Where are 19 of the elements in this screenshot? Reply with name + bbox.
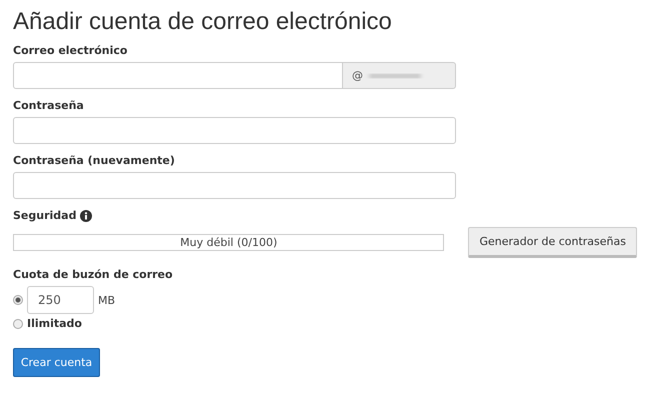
strength-meter: Muy débil (0/100) (13, 234, 444, 251)
field-label: Correo electrónico (13, 44, 128, 57)
field-label: Contraseña (13, 99, 85, 112)
quota-field[interactable]: 250 (27, 286, 94, 314)
password-field[interactable] (13, 117, 456, 144)
create-account-button[interactable]: Crear cuenta (13, 348, 100, 377)
option-label: Ilimitado (27, 317, 82, 330)
info-icon[interactable] (80, 210, 92, 222)
email-field[interactable] (13, 62, 343, 89)
radio-button[interactable] (13, 318, 23, 328)
page-title: Añadir cuenta de correo electrónico (13, 8, 393, 36)
unit-label: MB (98, 294, 116, 306)
field-label: Cuota de buzón de correo (13, 268, 174, 281)
field-label: Contraseña (nuevamente) (13, 154, 176, 167)
password-field[interactable] (13, 172, 456, 199)
domain-addon: @ (343, 62, 456, 89)
field-label: Seguridad (13, 209, 76, 222)
radio-button[interactable] (13, 295, 23, 305)
generator-button[interactable]: Generador de contraseñas (468, 227, 637, 258)
